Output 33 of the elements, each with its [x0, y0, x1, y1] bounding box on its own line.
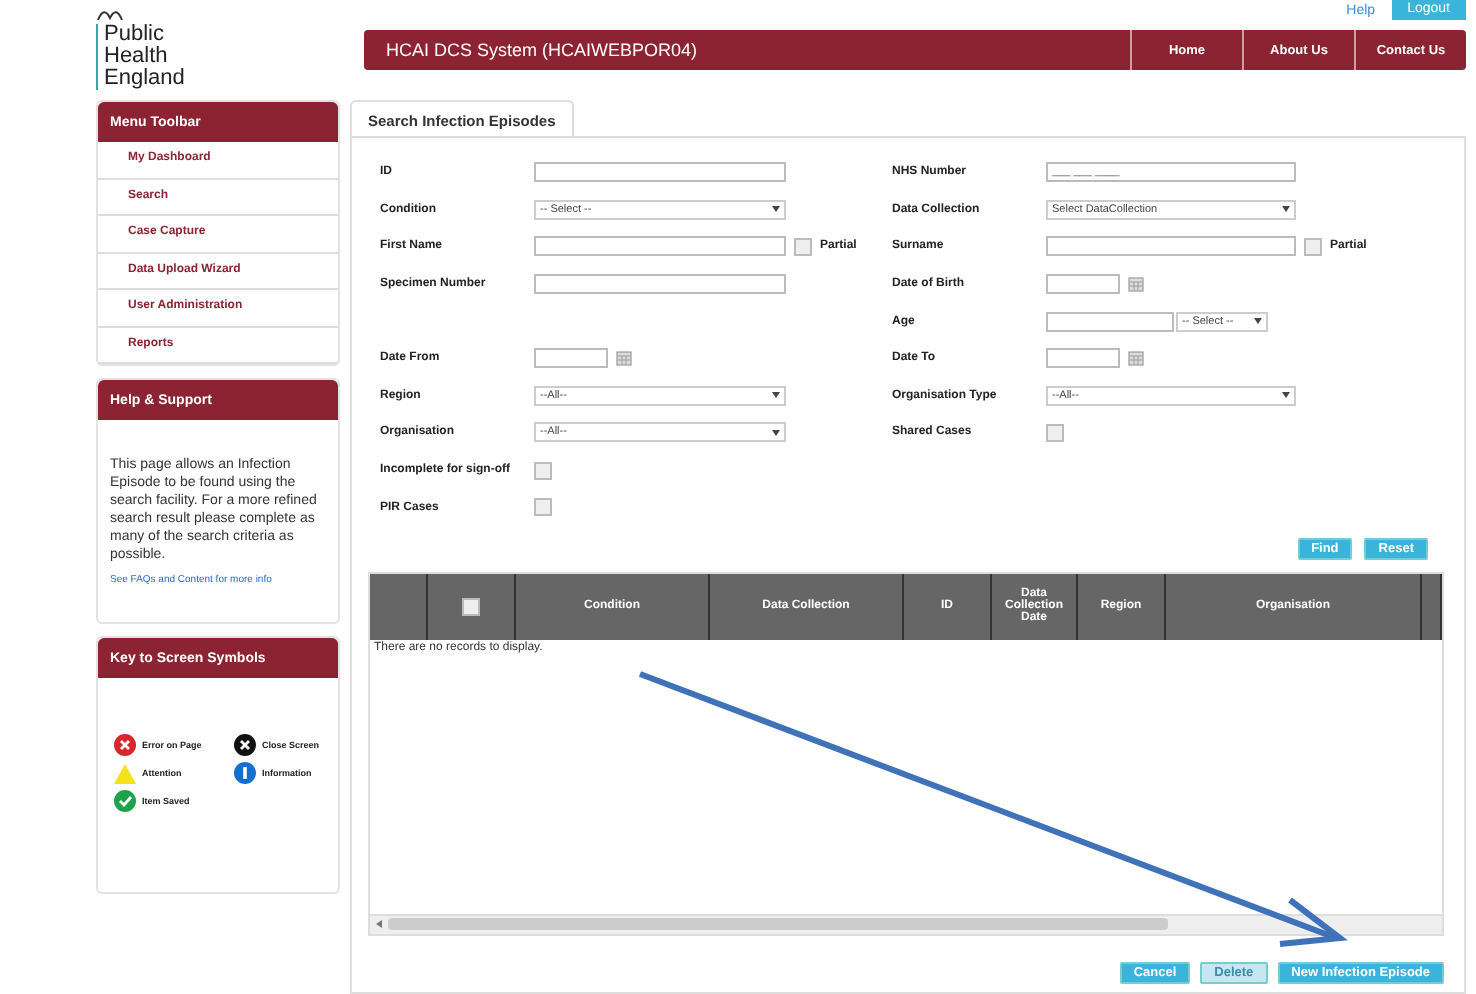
scrollbar[interactable] — [370, 913, 1442, 934]
text-field[interactable] — [534, 236, 786, 257]
error-icon — [114, 734, 136, 756]
check-icon — [114, 790, 136, 812]
date-field[interactable] — [1046, 348, 1120, 369]
scroll-left-icon[interactable] — [376, 920, 382, 929]
close-icon — [234, 734, 256, 756]
calendar-icon[interactable] — [616, 350, 632, 367]
checkbox[interactable] — [1046, 423, 1064, 442]
caret-icon — [772, 392, 780, 399]
warning-icon — [114, 763, 136, 783]
age-field[interactable] — [1046, 311, 1174, 332]
calendar-icon[interactable] — [1128, 276, 1144, 293]
caret-icon — [772, 206, 780, 213]
text-field[interactable] — [534, 274, 786, 295]
crest-icon — [96, 8, 124, 24]
text-field[interactable] — [1046, 236, 1296, 257]
checkbox[interactable] — [1304, 237, 1322, 256]
date-field[interactable] — [534, 348, 608, 369]
calendar-icon[interactable] — [1128, 350, 1144, 367]
caret-icon — [1282, 392, 1290, 399]
checkbox[interactable] — [534, 461, 552, 480]
logo-text: Public Health England — [96, 24, 224, 90]
checkbox[interactable] — [794, 237, 812, 256]
text-field[interactable] — [534, 162, 786, 183]
information-icon — [234, 762, 256, 784]
checkbox[interactable] — [534, 498, 552, 517]
date-field[interactable] — [1046, 274, 1120, 295]
caret-icon — [772, 429, 780, 436]
caret-icon — [1254, 318, 1262, 325]
app-title: HCAI DCS System (HCAIWEBPOR04) — [384, 40, 700, 60]
checkbox[interactable] — [462, 597, 480, 616]
caret-icon — [1282, 206, 1290, 213]
